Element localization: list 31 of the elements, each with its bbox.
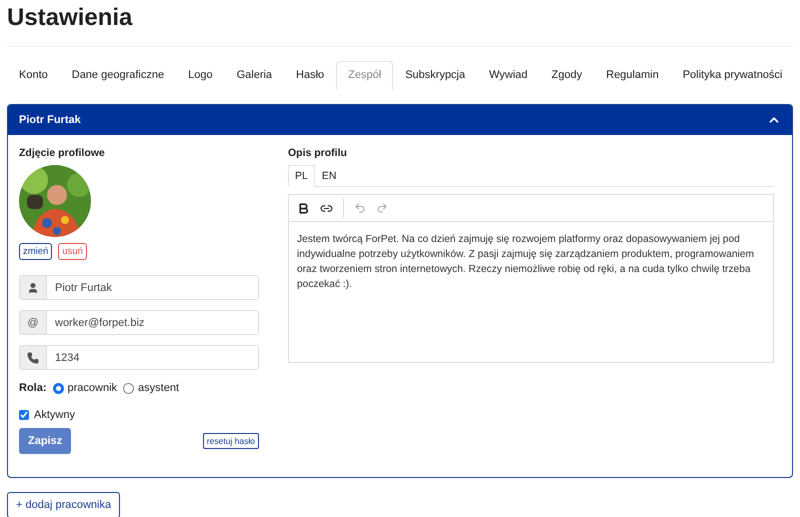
add-employee-button[interactable]: + dodaj pracownika <box>7 492 120 517</box>
photo-heading: Zdjęcie profilowe <box>19 147 106 159</box>
user-icon <box>27 282 39 294</box>
at-icon: @ <box>27 316 39 328</box>
radio-label: pracownik <box>68 382 118 394</box>
redo-icon[interactable] <box>376 202 388 214</box>
change-photo-button[interactable]: zmień <box>19 243 52 260</box>
checkbox-label: Aktywny <box>34 409 75 421</box>
tab[interactable]: Zespół <box>336 61 394 90</box>
language-tab[interactable]: PL <box>288 165 315 187</box>
phone-icon <box>27 352 39 364</box>
save-button[interactable]: Zapisz <box>19 428 72 454</box>
radio-label: asystent <box>138 382 179 394</box>
role-label: Rola: <box>19 382 46 394</box>
panel-header[interactable]: Piotr Furtak <box>8 105 792 135</box>
radio-button[interactable] <box>123 382 134 394</box>
text-editor[interactable] <box>288 194 774 363</box>
bold-icon[interactable] <box>297 202 310 214</box>
remove-photo-button[interactable]: usuń <box>58 243 87 260</box>
input-field[interactable]: 1234 <box>19 345 259 370</box>
description-heading: Opis profilu <box>288 147 348 159</box>
undo-icon[interactable] <box>354 202 366 214</box>
reset-password-button[interactable]: resetuj hasło <box>202 433 259 449</box>
page-title: Ustawienia <box>7 4 134 32</box>
input-field[interactable]: @ worker@forpet.biz <box>19 310 259 335</box>
profile-description: Jestem twórcą ForPet. Na co dzień zajmuję się rozwojem platformy oraz dopasowywaniem jej pod indywidualne potrzeby użytkowników. Z pasji zajmuję się zarządzaniem produktem, programowaniem oraz tworzeniem stron internetowych. Rzeczy niemożliwe robię od ręki, a na cuda tylko chwilę trzeba poczekać :). <box>296 233 755 292</box>
checkbox[interactable] <box>19 410 29 420</box>
radio-button[interactable] <box>52 382 64 394</box>
member-name: Piotr Furtak <box>19 114 81 126</box>
input-field[interactable]: Piotr Furtak <box>19 275 259 300</box>
language-tab[interactable]: EN <box>314 165 344 187</box>
